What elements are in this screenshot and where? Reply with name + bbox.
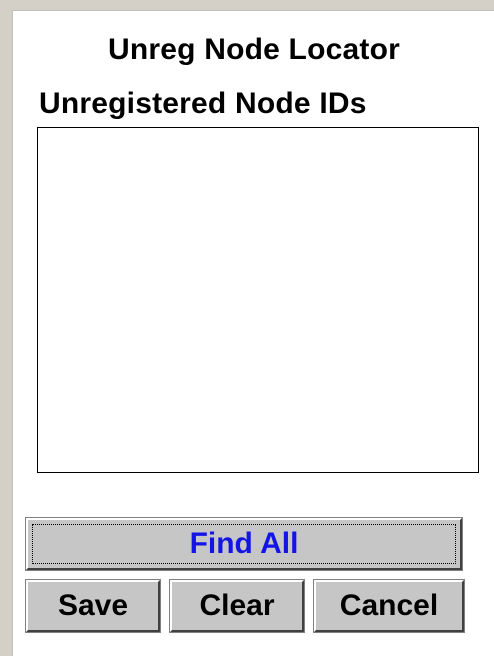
- find-all-label: Find All: [189, 527, 299, 560]
- save-button[interactable]: Save: [25, 579, 161, 633]
- unregistered-node-ids-list[interactable]: [37, 127, 479, 473]
- dialog-title: Unreg Node Locator: [108, 33, 400, 66]
- cancel-button[interactable]: Cancel: [313, 579, 465, 633]
- clear-button[interactable]: Clear: [169, 579, 305, 633]
- find-all-button[interactable]: Find All: [25, 517, 463, 571]
- node-ids-label: Unregistered Node IDs: [39, 87, 367, 120]
